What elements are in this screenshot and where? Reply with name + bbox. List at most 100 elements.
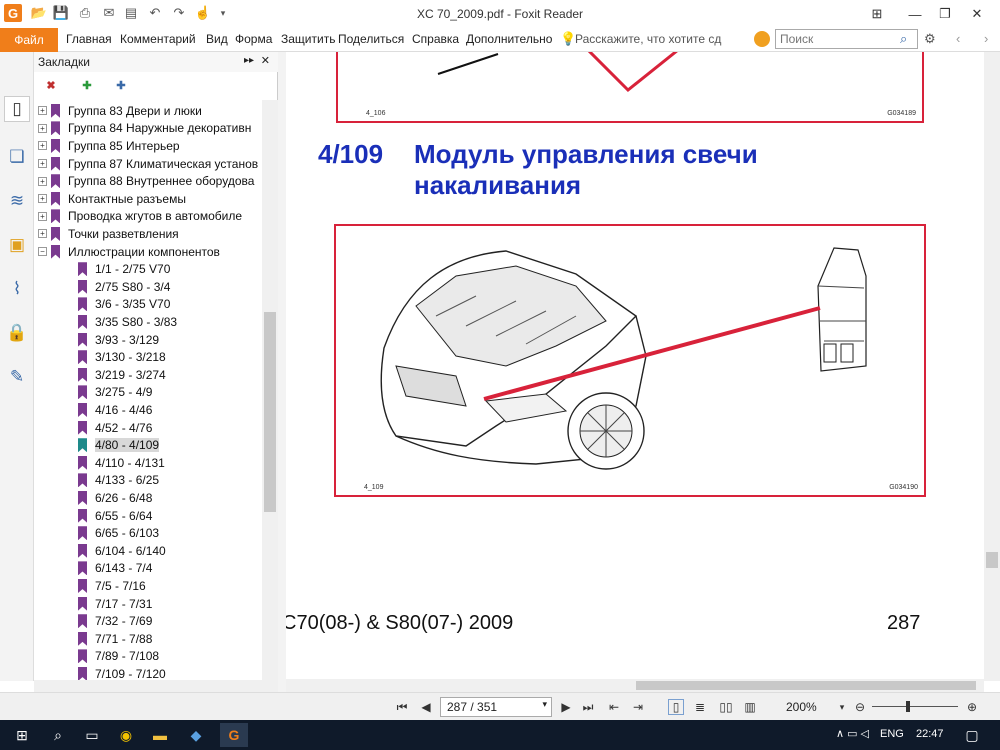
notifications-icon[interactable]: ▢ (958, 723, 986, 747)
panel-splitter[interactable] (278, 52, 286, 692)
zoom-slider-handle[interactable] (906, 701, 910, 712)
bookmark-item[interactable]: 7/89 - 7/108 (34, 648, 262, 666)
foxit-taskbar-icon[interactable]: G (220, 723, 248, 747)
bookmark-item[interactable]: + Группа 88 Внутреннее оборудова (34, 172, 262, 190)
explorer-icon[interactable]: ▬ (146, 723, 174, 747)
bookmark-item[interactable]: + Контактные разъемы (34, 190, 262, 208)
facing-page-icon[interactable]: ▯▯ (718, 699, 734, 715)
expand-toggle-icon[interactable]: + (38, 176, 47, 186)
windows-start-icon[interactable]: ⊞ (8, 723, 36, 747)
file-tab[interactable]: Файл (0, 28, 58, 52)
chrome-icon[interactable]: ◉ (112, 723, 140, 747)
bookmark-item[interactable]: + Группа 85 Интерьер (34, 137, 262, 155)
bookmark-item[interactable]: 3/130 - 3/218 (34, 348, 262, 366)
tab-help[interactable]: Справка (412, 32, 459, 46)
tab-protect[interactable]: Защитить (281, 32, 335, 46)
bookmark-item[interactable]: + Группа 83 Двери и люки (34, 102, 262, 120)
bookmark-item[interactable]: + Точки разветвления (34, 225, 262, 243)
next-view-icon[interactable]: ⇥ (630, 699, 646, 715)
bookmark-item[interactable]: 4/16 - 4/46 (34, 401, 262, 419)
zoom-out-icon[interactable]: ⊖ (852, 699, 868, 715)
document-scrollbar[interactable] (984, 52, 1000, 681)
tab-home[interactable]: Главная (66, 32, 112, 46)
first-page-icon[interactable]: ⏮ (394, 699, 410, 715)
bookmark-item[interactable]: 6/143 - 7/4 (34, 560, 262, 578)
search-icon[interactable]: ⌕ (900, 31, 907, 47)
ribbon-display-icon[interactable]: ⊞ (862, 0, 892, 28)
expand-toggle-icon[interactable]: + (38, 159, 47, 169)
zoom-dropdown-icon[interactable]: ▾ (834, 699, 850, 715)
previous-view-icon[interactable]: ⇤ (606, 699, 622, 715)
expand-toggle-icon[interactable]: + (38, 194, 47, 204)
task-view-icon[interactable]: ▭ (78, 723, 106, 747)
bookmark-item[interactable]: 7/32 - 7/69 (34, 612, 262, 630)
signature-icon[interactable]: ✎ (4, 364, 30, 390)
tab-comment[interactable]: Комментарий (120, 32, 196, 46)
pages-panel-icon[interactable]: ❏ (4, 144, 30, 170)
tray-icons[interactable]: ∧ ▭ ◁ (836, 727, 869, 740)
bookmark-item[interactable]: 6/104 - 6/140 (34, 542, 262, 560)
tab-extra[interactable]: Дополнительно (466, 32, 552, 46)
expand-panel-icon[interactable]: ▸▸ (244, 55, 254, 66)
document-hscrollbar[interactable] (286, 679, 984, 692)
bookmark-item[interactable]: 7/17 - 7/31 (34, 595, 262, 613)
tab-share[interactable]: Поделиться (338, 32, 404, 46)
bookmark-item[interactable]: + Группа 84 Наружные декоративн (34, 120, 262, 138)
clock[interactable]: 22:47 (916, 728, 944, 740)
bookmark-item[interactable]: 2/75 S80 - 3/4 (34, 278, 262, 296)
scroll-thumb[interactable] (264, 312, 276, 512)
bookmark-item[interactable]: 4/133 - 6/25 (34, 472, 262, 490)
bookmark-item[interactable]: 7/71 - 7/88 (34, 630, 262, 648)
expand-toggle-icon[interactable]: + (38, 106, 47, 116)
bookmark-item[interactable]: − Иллюстрации компонентов (34, 243, 262, 261)
prev-page-icon[interactable]: ◀ (418, 699, 434, 715)
tab-form[interactable]: Форма (235, 32, 272, 46)
smiley-icon[interactable] (754, 31, 770, 47)
back-arrow-icon[interactable]: ‹ (956, 31, 960, 46)
bookmark-item[interactable]: + Группа 87 Климатическая установ (34, 155, 262, 173)
add-bookmark-icon[interactable]: ✚ (78, 76, 96, 94)
security-lock-icon[interactable]: 🔒 (4, 320, 30, 346)
bookmark-item[interactable]: 3/93 - 3/129 (34, 331, 262, 349)
zoom-slider[interactable] (872, 706, 958, 707)
page-number-field[interactable]: 287 / 351 ▾ (440, 697, 552, 717)
bookmarks-panel-icon[interactable]: ▯ (4, 96, 30, 122)
expand-toggle-icon[interactable]: + (38, 211, 47, 221)
bookmark-item[interactable]: 6/26 - 6/48 (34, 489, 262, 507)
document-hscroll-thumb[interactable] (636, 681, 976, 690)
tab-view[interactable]: Вид (206, 32, 228, 46)
restore-button[interactable]: ❐ (930, 0, 960, 28)
continuous-facing-icon[interactable]: ▥ (742, 699, 758, 715)
bookmark-item[interactable]: 4/110 - 4/131 (34, 454, 262, 472)
bookmark-item[interactable]: 4/80 - 4/109 (34, 436, 262, 454)
last-page-icon[interactable]: ⏭ (580, 699, 596, 715)
expand-toggle-icon[interactable]: − (38, 247, 47, 257)
tree-hscrollbar[interactable] (34, 680, 262, 692)
tell-me-box[interactable]: Расскажите, что хотите сд (575, 32, 721, 46)
minimize-button[interactable]: — (900, 0, 930, 28)
zoom-in-icon[interactable]: ⊕ (964, 699, 980, 715)
close-panel-icon[interactable]: ✕ (261, 54, 270, 67)
input-language[interactable]: ENG (880, 728, 904, 740)
forward-arrow-icon[interactable]: › (984, 31, 988, 46)
bookmark-item[interactable]: 6/55 - 6/64 (34, 507, 262, 525)
next-page-icon[interactable]: ▶ (558, 699, 574, 715)
close-button[interactable]: ✕ (962, 0, 992, 28)
expand-toggle-icon[interactable]: + (38, 141, 47, 151)
delete-bookmark-icon[interactable]: ✖ (42, 76, 60, 94)
settings-gear-icon[interactable]: ⚙ (924, 31, 936, 47)
bookmark-item[interactable]: 4/52 - 4/76 (34, 419, 262, 437)
bookmark-item[interactable]: 3/6 - 3/35 V70 (34, 296, 262, 314)
zoom-level[interactable]: 200% (786, 700, 817, 714)
expand-toggle-icon[interactable]: + (38, 123, 47, 133)
bookmark-item[interactable]: + Проводка жгутов в автомобиле (34, 208, 262, 226)
attachments-icon[interactable]: ⌇ (4, 276, 30, 302)
layers-panel-icon[interactable]: ≋ (4, 188, 30, 214)
bookmark-item[interactable]: 7/5 - 7/16 (34, 577, 262, 595)
bookmark-item[interactable]: 6/65 - 6/103 (34, 524, 262, 542)
search-input[interactable] (775, 29, 918, 49)
page-dropdown-icon[interactable]: ▾ (542, 699, 547, 710)
bookmark-item[interactable]: 3/35 S80 - 3/83 (34, 313, 262, 331)
document-scroll-thumb[interactable] (986, 552, 998, 568)
expand-toggle-icon[interactable]: + (38, 229, 47, 239)
